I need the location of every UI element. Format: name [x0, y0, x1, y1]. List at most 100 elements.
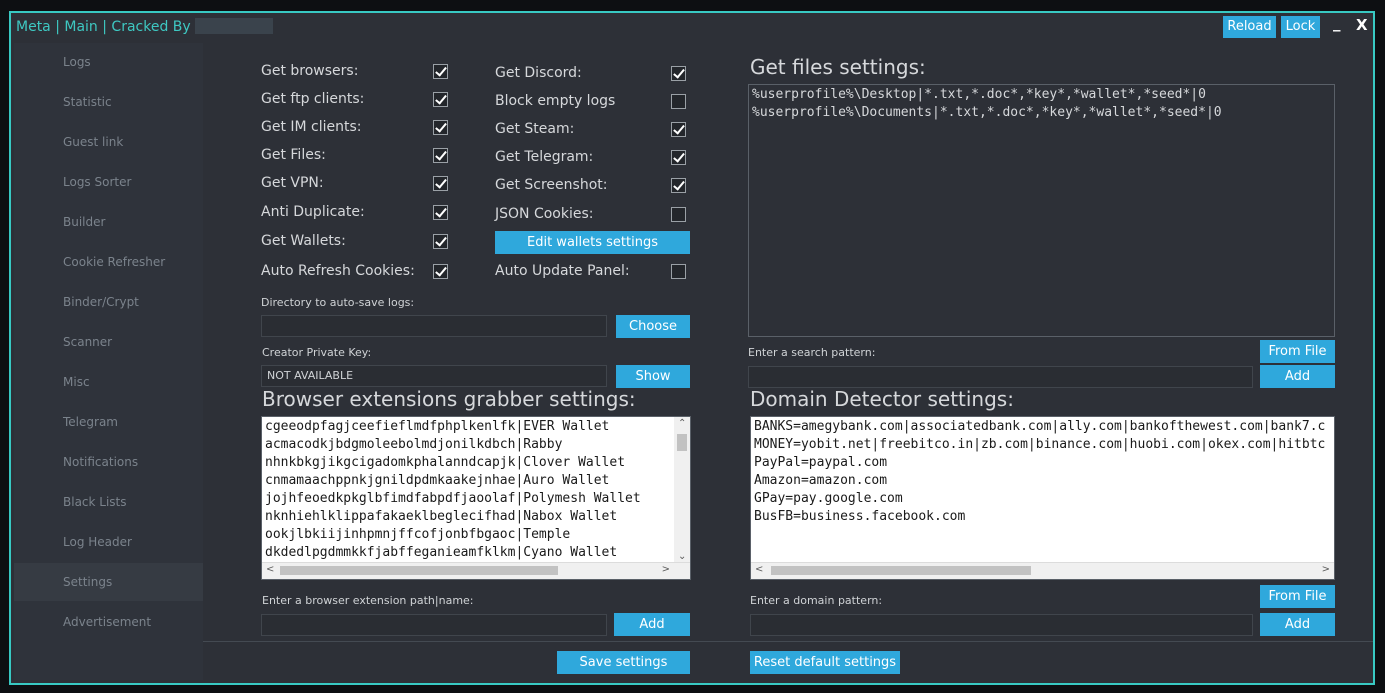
- get-ftp-clients-checkbox[interactable]: [433, 92, 448, 107]
- text-line: MONEY=yobit.net|freebitco.in|zb.com|bina…: [754, 437, 1326, 452]
- sidebar-item-log-header[interactable]: Log Header: [14, 523, 203, 561]
- get-telegram-checkbox[interactable]: [671, 150, 686, 165]
- save-settings-button[interactable]: Save settings: [557, 651, 690, 674]
- auto-refresh-cookies-label: Auto Refresh Cookies:: [261, 263, 415, 279]
- footer-divider: [203, 641, 1373, 642]
- extensions-title: Browser extensions grabber settings:: [262, 387, 636, 411]
- sidebar-item-binder-crypt[interactable]: Binder/Crypt: [14, 283, 203, 321]
- domains-from-file-button[interactable]: From File: [1260, 585, 1335, 608]
- get-screenshot-label: Get Screenshot:: [495, 177, 608, 193]
- reload-button[interactable]: Reload: [1223, 16, 1276, 38]
- choose-directory-button[interactable]: Choose: [616, 315, 690, 338]
- scroll-right-icon[interactable]: >: [662, 564, 670, 575]
- lock-button[interactable]: Lock: [1281, 16, 1320, 38]
- add-domain-button[interactable]: Add: [1260, 613, 1335, 636]
- text-line: jojhfeoedkpkglbfimdfabpdfjaoolaf|Polymes…: [265, 491, 641, 506]
- text-line: dkdedlpgdmmkkfjabffeganieamfklkm|Cyano W…: [265, 545, 618, 560]
- block-empty-logs-label: Block empty logs: [495, 93, 616, 109]
- files-list[interactable]: %userprofile%\Desktop|*.txt,*.doc*,*key*…: [748, 84, 1335, 337]
- json-cookies-label: JSON Cookies:: [495, 206, 594, 222]
- text-line: cgeeodpfagjceefieflmdfphplkenlfk|EVER Wa…: [265, 419, 610, 434]
- anti-duplicate-checkbox[interactable]: [433, 205, 448, 220]
- sidebar-item-cookie-refresher[interactable]: Cookie Refresher: [14, 243, 203, 281]
- extensions-vertical-scrollbar[interactable]: ⌃ ⌄: [674, 417, 690, 563]
- block-empty-logs-checkbox[interactable]: [671, 94, 686, 109]
- window-title-text: Meta | Main | Cracked By: [16, 19, 191, 35]
- domain-input-label: Enter a domain pattern:: [750, 594, 883, 607]
- text-line: GPay=pay.google.com: [754, 491, 903, 506]
- scroll-thumb[interactable]: [677, 434, 687, 451]
- domains-horizontal-scrollbar[interactable]: < >: [751, 562, 1334, 579]
- domain-input[interactable]: [750, 614, 1253, 636]
- auto-update-panel-label: Auto Update Panel:: [495, 263, 630, 279]
- scroll-right-icon[interactable]: >: [1322, 564, 1330, 575]
- sidebar-item-logs[interactable]: Logs: [14, 43, 203, 81]
- domains-title: Domain Detector settings:: [750, 387, 1014, 411]
- extensions-list[interactable]: cgeeodpfagjceefieflmdfphplkenlfk|EVER Wa…: [261, 416, 691, 580]
- search-pattern-input[interactable]: [748, 366, 1253, 388]
- show-key-button[interactable]: Show: [616, 365, 690, 388]
- get-browsers-label: Get browsers:: [261, 63, 359, 79]
- get-discord-label: Get Discord:: [495, 65, 582, 81]
- get-telegram-label: Get Telegram:: [495, 149, 594, 165]
- get-im-clients-checkbox[interactable]: [433, 120, 448, 135]
- auto-update-panel-checkbox[interactable]: [671, 264, 686, 279]
- main-window: Meta | Main | Cracked By Reload Lock _ X…: [9, 11, 1375, 685]
- close-button[interactable]: X: [1356, 16, 1368, 34]
- files-from-file-button[interactable]: From File: [1260, 340, 1335, 363]
- auto-refresh-cookies-checkbox[interactable]: [433, 264, 448, 279]
- get-discord-checkbox[interactable]: [671, 66, 686, 81]
- scroll-up-icon[interactable]: ⌃: [678, 418, 686, 429]
- window-title: Meta | Main | Cracked By: [16, 18, 273, 35]
- extension-input-label: Enter a browser extension path|name:: [262, 594, 474, 607]
- text-line: PayPal=paypal.com: [754, 455, 888, 470]
- json-cookies-checkbox[interactable]: [671, 207, 686, 222]
- sidebar: Logs Statistic Guest link Logs Sorter Builde…: [14, 43, 203, 680]
- extensions-horizontal-scrollbar[interactable]: < >: [262, 562, 690, 579]
- private-key-label: Creator Private Key:: [262, 346, 372, 359]
- extension-input[interactable]: [261, 614, 607, 636]
- minimize-button[interactable]: _: [1333, 14, 1341, 32]
- sidebar-item-builder[interactable]: Builder: [14, 203, 203, 241]
- text-line: Amazon=amazon.com: [754, 473, 888, 488]
- get-vpn-checkbox[interactable]: [433, 176, 448, 191]
- anti-duplicate-label: Anti Duplicate:: [261, 204, 365, 220]
- sidebar-item-statistic[interactable]: Statistic: [14, 83, 203, 121]
- get-files-label: Get Files:: [261, 147, 326, 163]
- scroll-thumb[interactable]: [280, 566, 558, 575]
- scroll-left-icon[interactable]: <: [755, 564, 763, 575]
- search-pattern-label: Enter a search pattern:: [748, 346, 876, 359]
- reset-default-settings-button[interactable]: Reset default settings: [750, 651, 900, 674]
- get-steam-label: Get Steam:: [495, 121, 575, 137]
- get-wallets-checkbox[interactable]: [433, 234, 448, 249]
- sidebar-item-guest-link[interactable]: Guest link: [14, 123, 203, 161]
- private-key-field[interactable]: NOT AVAILABLE: [261, 365, 607, 387]
- sidebar-item-scanner[interactable]: Scanner: [14, 323, 203, 361]
- title-bar: Meta | Main | Cracked By Reload Lock _ X: [11, 13, 1373, 41]
- text-line: cnmamaachppnkjgnildpdmkaakejnhae|Auro Wa…: [265, 473, 610, 488]
- text-line: nknhiehlklippafakaeklbeglecifhad|Nabox W…: [265, 509, 618, 524]
- add-extension-button[interactable]: Add: [614, 613, 690, 636]
- get-wallets-label: Get Wallets:: [261, 233, 346, 249]
- add-file-pattern-button[interactable]: Add: [1260, 365, 1335, 388]
- autosave-directory-input[interactable]: [261, 315, 607, 337]
- sidebar-item-logs-sorter[interactable]: Logs Sorter: [14, 163, 203, 201]
- scroll-thumb[interactable]: [771, 566, 1031, 575]
- sidebar-item-advertisement[interactable]: Advertisement: [14, 603, 203, 641]
- get-screenshot-checkbox[interactable]: [671, 178, 686, 193]
- sidebar-item-settings[interactable]: Settings: [14, 563, 203, 601]
- get-browsers-checkbox[interactable]: [433, 64, 448, 79]
- get-vpn-label: Get VPN:: [261, 175, 324, 191]
- get-files-checkbox[interactable]: [433, 148, 448, 163]
- sidebar-item-telegram[interactable]: Telegram: [14, 403, 203, 441]
- scroll-down-icon[interactable]: ⌄: [678, 551, 686, 562]
- edit-wallets-button[interactable]: Edit wallets settings: [495, 231, 690, 254]
- text-line: BANKS=amegybank.com|associatedbank.com|a…: [754, 419, 1326, 434]
- get-steam-checkbox[interactable]: [671, 122, 686, 137]
- domains-list[interactable]: BANKS=amegybank.com|associatedbank.com|a…: [750, 416, 1335, 580]
- sidebar-item-misc[interactable]: Misc: [14, 363, 203, 401]
- sidebar-item-notifications[interactable]: Notifications: [14, 443, 203, 481]
- text-line: BusFB=business.facebook.com: [754, 509, 966, 524]
- scroll-left-icon[interactable]: <: [266, 564, 274, 575]
- sidebar-item-black-lists[interactable]: Black Lists: [14, 483, 203, 521]
